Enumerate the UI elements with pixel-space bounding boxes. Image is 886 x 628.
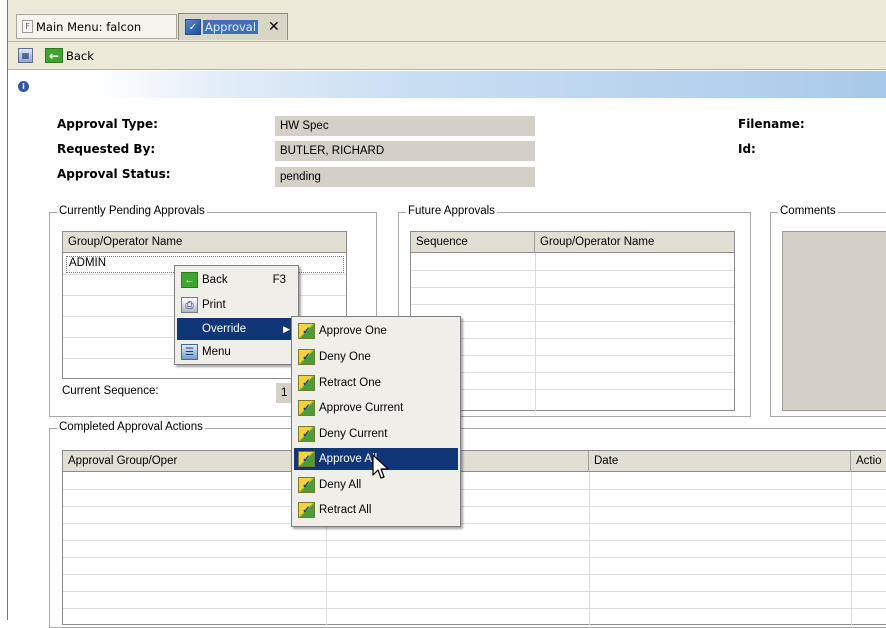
approval-action-icon: ✓	[298, 502, 315, 518]
context-menu: ← Back F3 ⎙ Print Override ▶ ☰ Menu	[174, 265, 299, 365]
comments-textarea[interactable]	[782, 231, 886, 411]
submenu-item-label: Retract One	[319, 377, 381, 389]
submenu-item-label: Retract All	[319, 504, 372, 516]
submenu-item-label: Deny Current	[319, 428, 388, 440]
future-table-header: Sequence Group/Operator Name	[411, 232, 734, 253]
filename-label: Filename:	[738, 117, 805, 131]
info-icon[interactable]: i	[18, 81, 29, 92]
completed-actions-table: Approval Group/Oper Date Actio	[62, 450, 886, 626]
menu-shortcut: F3	[272, 274, 286, 286]
approval-type-field: HW Spec	[275, 116, 535, 136]
row-divider	[63, 523, 886, 524]
row-divider	[411, 287, 734, 288]
override-submenu: ✓ Approve One ✓ Deny One ✓ Retract One ✓…	[291, 316, 461, 527]
menu-item-label: Print	[202, 299, 226, 311]
approval-action-icon: ✓	[298, 375, 315, 391]
group-operator-column-header[interactable]: Group/Operator Name	[535, 232, 734, 253]
submenu-item-deny-one[interactable]: ✓ Deny One	[294, 346, 458, 368]
column-divider	[589, 472, 590, 626]
approval-action-icon: ✓	[298, 477, 315, 493]
approval-status-label: Approval Status:	[57, 167, 171, 181]
tab-main-menu-label: Main Menu: falcon	[36, 19, 142, 34]
completed-table-header: Approval Group/Oper Date Actio	[63, 451, 886, 472]
approval-action-icon: ✓	[298, 426, 315, 442]
column-divider	[851, 472, 852, 626]
menu-item-label: Override	[202, 323, 247, 335]
submenu-item-label: Approve All	[319, 453, 378, 465]
sequence-column-header[interactable]: Sequence	[411, 232, 535, 253]
comments-title: Comments	[778, 205, 838, 217]
requested-by-label: Requested By:	[57, 142, 156, 156]
id-label: Id:	[738, 142, 756, 156]
submenu-item-label: Approve Current	[319, 402, 404, 414]
context-menu-item-menu[interactable]: ☰ Menu	[177, 341, 296, 363]
back-button-label: Back	[66, 48, 94, 63]
approval-action-icon: ✓	[298, 451, 315, 467]
submenu-item-approve-one[interactable]: ✓ Approve One	[294, 320, 458, 342]
mouse-pointer-icon	[372, 454, 389, 479]
submenu-item-label: Deny One	[319, 351, 371, 363]
submenu-arrow-icon: ▶	[283, 323, 290, 334]
submenu-item-deny-current[interactable]: ✓ Deny Current	[294, 423, 458, 445]
approval-status-field: pending	[275, 167, 535, 187]
close-tab-icon[interactable]: ✕	[268, 19, 280, 35]
toolbar: ▦ ← Back	[8, 42, 886, 70]
info-banner	[8, 71, 886, 98]
submenu-item-retract-all[interactable]: ✓ Retract All	[294, 499, 458, 521]
menu-item-label: Back	[202, 274, 228, 286]
tab-main-menu[interactable]: F Main Menu: falcon	[16, 14, 177, 39]
back-arrow-icon: ←	[45, 48, 63, 63]
approval-icon: ✓	[185, 19, 201, 35]
approval-type-label: Approval Type:	[57, 117, 158, 131]
back-button[interactable]: ← Back	[45, 48, 94, 63]
row-divider	[63, 574, 886, 575]
tab-approval[interactable]: ✓ Approval ✕	[178, 13, 288, 40]
row-divider	[63, 557, 886, 558]
future-approvals-title: Future Approvals	[406, 205, 497, 217]
context-menu-item-print[interactable]: ⎙ Print	[177, 294, 296, 316]
column-divider	[535, 253, 536, 411]
submenu-item-label: Deny All	[319, 479, 362, 491]
context-menu-item-override[interactable]: Override ▶	[177, 318, 296, 340]
row-divider	[63, 608, 886, 609]
tab-approval-label: Approval	[203, 20, 259, 34]
approval-action-icon: ✓	[298, 323, 315, 339]
submenu-item-approve-current[interactable]: ✓ Approve Current	[294, 397, 458, 419]
pending-approvals-title: Currently Pending Approvals	[57, 205, 207, 217]
action-column-header[interactable]: Actio	[851, 451, 886, 472]
context-menu-item-back[interactable]: ← Back F3	[177, 269, 296, 291]
approval-group-column-header[interactable]: Approval Group/Oper	[63, 451, 326, 472]
row-divider	[411, 304, 734, 305]
row-divider	[63, 591, 886, 592]
submenu-item-label: Approve One	[319, 325, 387, 337]
row-divider	[411, 270, 734, 271]
date-column-header[interactable]: Date	[589, 451, 851, 472]
form-icon: F	[22, 20, 33, 33]
menu-item-label: Menu	[202, 346, 231, 358]
menu-icon: ☰	[181, 344, 198, 360]
row-divider	[63, 540, 886, 541]
approval-action-icon: ✓	[298, 349, 315, 365]
pending-column-header[interactable]: Group/Operator Name	[63, 232, 346, 253]
current-sequence-label: Current Sequence:	[62, 385, 159, 397]
back-arrow-icon: ←	[181, 272, 198, 288]
printer-icon: ⎙	[181, 297, 198, 313]
pending-table-header: Group/Operator Name	[63, 232, 346, 253]
tab-bar: F Main Menu: falcon ✓ Approval ✕	[8, 0, 886, 42]
approval-action-icon: ✓	[298, 400, 315, 416]
window-menu-icon[interactable]: ▦	[18, 48, 33, 63]
row-divider	[63, 506, 886, 507]
completed-actions-title: Completed Approval Actions	[57, 421, 205, 433]
requested-by-field: BUTLER, RICHARD	[275, 141, 535, 161]
row-divider	[63, 489, 886, 490]
submenu-item-retract-one[interactable]: ✓ Retract One	[294, 372, 458, 394]
